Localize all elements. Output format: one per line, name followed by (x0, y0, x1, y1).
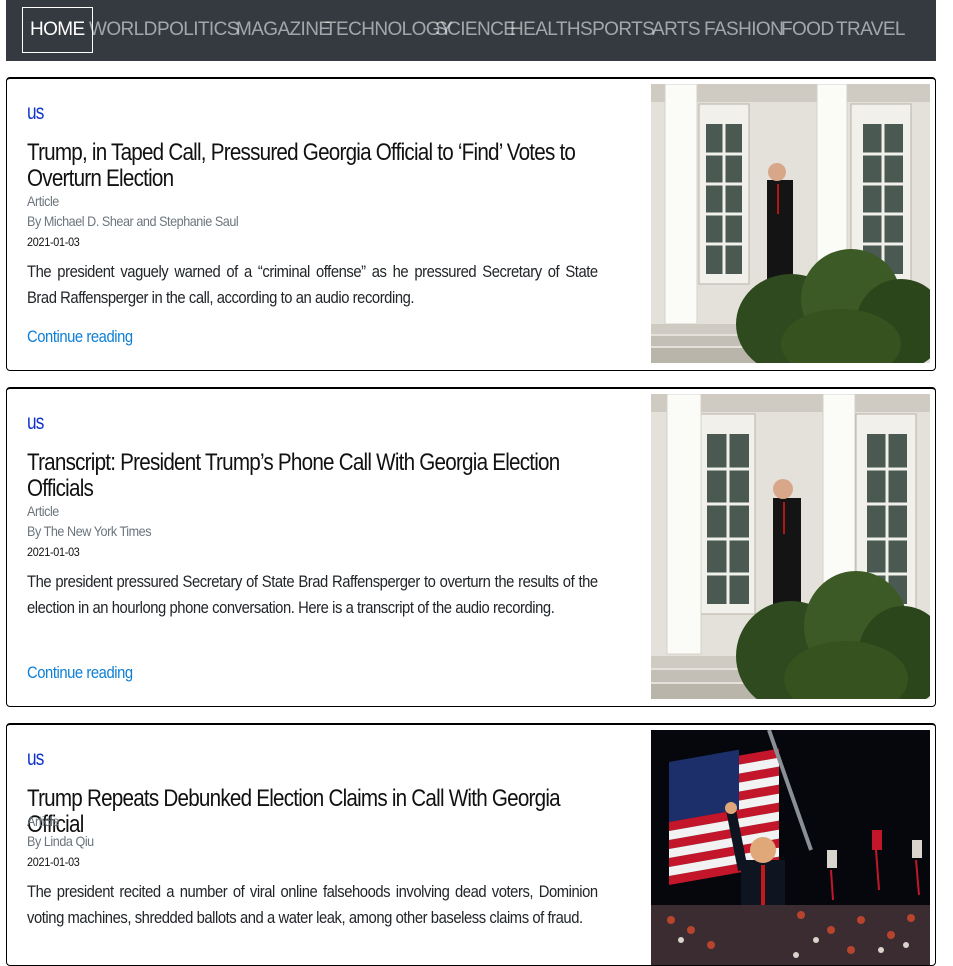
article-abstract: The president recited a number of viral … (27, 882, 598, 927)
nav-item-magazine[interactable]: MAGAZINE (236, 7, 331, 53)
trump-white-house-photo (651, 84, 930, 363)
article-date: 2021-01-03 (27, 855, 80, 869)
nav-item-food[interactable]: FOOD (781, 7, 834, 53)
article-date: 2021-01-03 (27, 545, 80, 559)
article-thumbnail[interactable] (651, 394, 930, 699)
article-abstract: The president pressured Secretary of Sta… (27, 572, 598, 617)
continue-reading-link[interactable]: Continue reading (27, 663, 133, 683)
article-abstract: The president vaguely warned of a “crimi… (27, 262, 598, 307)
nav-item-travel[interactable]: TRAVEL (836, 7, 906, 53)
article-headline[interactable]: Trump, in Taped Call, Pressured Georgia … (27, 140, 612, 192)
article-card: us Trump Repeats Debunked Election Claim… (6, 723, 936, 966)
nav-item-technology[interactable]: TECHNOLOGY (325, 7, 453, 53)
nav-item-politics[interactable]: POLITICS (157, 7, 239, 53)
article-byline: By The New York Times (27, 523, 152, 539)
article-thumbnail[interactable] (651, 84, 930, 363)
nav-item-world[interactable]: WORLD (89, 7, 157, 53)
top-navbar: HOME WORLD POLITICS MAGAZINE TECHNOLOGY … (6, 0, 936, 61)
section-label[interactable]: us (27, 747, 44, 771)
nav-item-fashion[interactable]: FASHION (704, 7, 784, 53)
article-byline: By Linda Qiu (27, 833, 94, 849)
trump-white-house-photo (651, 394, 930, 699)
article-date: 2021-01-03 (27, 235, 80, 249)
article-headline[interactable]: Transcript: President Trump’s Phone Call… (27, 450, 577, 502)
article-headline[interactable]: Trump Repeats Debunked Election Claims i… (27, 786, 612, 838)
continue-reading-link[interactable]: Continue reading (27, 327, 133, 347)
article-type: Article (27, 193, 59, 209)
section-label[interactable]: us (27, 411, 44, 435)
article-card: us Transcript: President Trump’s Phone C… (6, 387, 936, 707)
article-card: us Trump, in Taped Call, Pressured Georg… (6, 77, 936, 371)
article-thumbnail[interactable] (651, 730, 930, 965)
article-type: Article (27, 813, 59, 829)
article-type: Article (27, 503, 59, 519)
nav-item-science[interactable]: SCIENCE (435, 7, 516, 53)
trump-rally-photo (651, 730, 930, 965)
article-byline: By Michael D. Shear and Stephanie Saul (27, 213, 239, 229)
nav-item-health[interactable]: HEALTH (510, 7, 581, 53)
nav-item-home[interactable]: HOME (22, 7, 93, 53)
section-label[interactable]: us (27, 101, 44, 125)
nav-item-arts[interactable]: ARTS (652, 7, 701, 53)
nav-item-sports[interactable]: SPORTS (580, 7, 655, 53)
